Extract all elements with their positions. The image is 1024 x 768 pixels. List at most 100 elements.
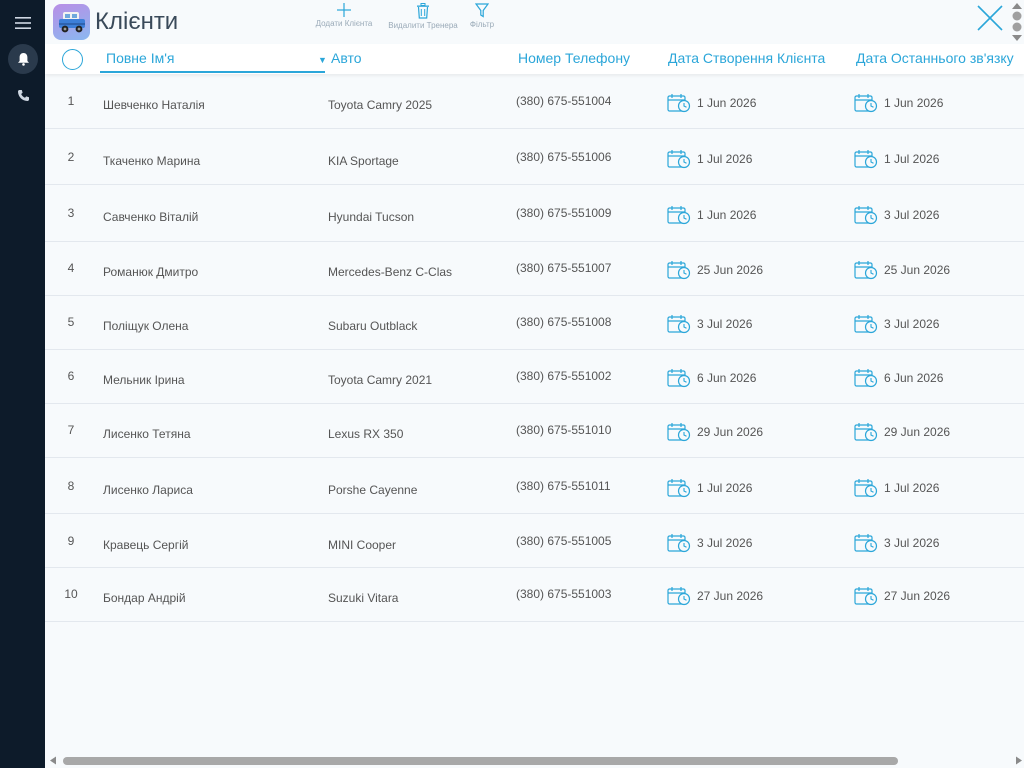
table-row[interactable]: 2 Ткаченко Марина KIA Sportage (380) 675-55… (45, 129, 1024, 185)
created-date-text: 25 Jun 2026 (697, 263, 764, 277)
row-number: 9 (67, 534, 75, 548)
created-date: 29 Jun 2026 (667, 422, 763, 442)
created-date-text: 27 Jun 2026 (697, 589, 764, 603)
calendar-clock-icon (854, 94, 878, 113)
created-date: 3 Jul 2026 (667, 314, 752, 334)
delete-trainer-button[interactable]: Видалити Тренера (383, 3, 463, 30)
scroll-left-icon[interactable] (49, 756, 57, 765)
last-contact-date: 1 Jul 2026 (854, 149, 939, 169)
calendar-clock-icon (854, 369, 878, 388)
client-name: Мельник Ірина (103, 373, 185, 387)
row-number: 10 (64, 587, 78, 601)
last-contact-date: 3 Jul 2026 (854, 533, 939, 553)
client-car: Toyota Camry 2025 (328, 98, 433, 112)
table-row[interactable]: 8 Лисенко Лариса Porshe Cayenne (380) 675-5… (45, 458, 1024, 514)
table-row[interactable]: 6 Мельник Ірина Toyota Camry 2021 (380) 675… (45, 350, 1024, 404)
calendar-clock-icon (667, 534, 691, 553)
filter-button[interactable]: Фільтр (467, 3, 497, 29)
client-phone: (380) 675-551003 (516, 587, 612, 601)
horizontal-scrollbar[interactable] (45, 753, 1024, 768)
last-contact-date-text: 1 Jun 2026 (884, 96, 944, 110)
last-contact-date-text: 6 Jun 2026 (884, 371, 944, 385)
table-row[interactable]: 9 Кравець Сергій MINI Cooper (380) 675-5510… (45, 514, 1024, 568)
client-name: Ткаченко Марина (103, 154, 201, 168)
row-number: 8 (67, 479, 75, 493)
close-icon[interactable] (976, 4, 1004, 32)
sidebar (0, 0, 45, 768)
header: Клієнти Додати Клієнта Видалити Тренера … (45, 0, 1024, 44)
created-date: 1 Jul 2026 (667, 149, 752, 169)
last-contact-date-text: 29 Jun 2026 (884, 425, 951, 439)
created-date: 1 Jun 2026 (667, 205, 756, 225)
calendar-clock-icon (854, 587, 878, 606)
bell-icon[interactable] (8, 44, 38, 74)
table-row[interactable]: 1 Шевченко Наталія Toyota Camry 2025 (380) … (45, 76, 1024, 129)
hamburger-menu-icon[interactable] (8, 8, 38, 38)
row-number: 5 (67, 315, 75, 329)
scroll-right-icon[interactable] (1015, 756, 1023, 765)
vertical-scroll-controls[interactable] (1011, 2, 1023, 42)
select-all-checkbox[interactable] (62, 49, 83, 70)
table-row[interactable]: 4 Романюк Дмитро Mercedes-Benz C-Clas (380)… (45, 242, 1024, 296)
created-date: 25 Jun 2026 (667, 260, 763, 280)
last-contact-date-text: 1 Jul 2026 (884, 481, 940, 495)
add-client-button[interactable]: Додати Клієнта (311, 3, 377, 28)
client-phone: (380) 675-551004 (516, 94, 612, 108)
last-contact-date: 29 Jun 2026 (854, 422, 950, 442)
table-row[interactable]: 10 Бондар Андрій Suzuki Vitara (380) 675-55… (45, 568, 1024, 622)
created-date-text: 1 Jun 2026 (697, 208, 757, 222)
sort-indicator-underline (100, 71, 325, 73)
calendar-clock-icon (854, 261, 878, 280)
client-name: Кравець Сергій (103, 538, 189, 552)
client-car: Suzuki Vitara (328, 591, 399, 605)
main-content: Клієнти Додати Клієнта Видалити Тренера … (45, 0, 1024, 768)
last-contact-date: 6 Jun 2026 (854, 368, 943, 388)
car-app-icon (53, 4, 90, 40)
row-number: 6 (67, 369, 75, 383)
column-header-last-contact[interactable]: Дата Останнього зв'язку (856, 50, 1014, 66)
client-phone: (380) 675-551002 (516, 369, 612, 383)
trash-icon (417, 3, 429, 19)
client-name: Лисенко Тетяна (103, 427, 191, 441)
last-contact-date-text: 3 Jul 2026 (884, 317, 940, 331)
calendar-clock-icon (854, 534, 878, 553)
calendar-clock-icon (854, 315, 878, 334)
table-body: 1 Шевченко Наталія Toyota Camry 2025 (380) … (45, 76, 1024, 622)
client-name: Шевченко Наталія (103, 98, 205, 112)
phone-icon[interactable] (8, 80, 38, 110)
created-date: 6 Jun 2026 (667, 368, 756, 388)
scrollbar-thumb[interactable] (63, 757, 898, 765)
client-phone: (380) 675-551010 (516, 423, 612, 437)
calendar-clock-icon (667, 315, 691, 334)
row-number: 2 (67, 150, 75, 164)
calendar-clock-icon (854, 479, 878, 498)
column-header-car[interactable]: Авто (331, 50, 362, 66)
last-contact-date: 1 Jul 2026 (854, 478, 939, 498)
table-row[interactable]: 5 Поліщук Олена Subaru Outblack (380) 675-5… (45, 296, 1024, 350)
row-number: 3 (67, 206, 75, 220)
last-contact-date: 25 Jun 2026 (854, 260, 950, 280)
client-phone: (380) 675-551005 (516, 534, 612, 548)
filter-icon (475, 3, 489, 18)
row-number: 1 (67, 94, 75, 108)
client-car: Toyota Camry 2021 (328, 373, 433, 387)
client-phone: (380) 675-551008 (516, 315, 612, 329)
calendar-clock-icon (667, 261, 691, 280)
plus-icon (337, 3, 351, 17)
created-date-text: 1 Jun 2026 (697, 96, 757, 110)
last-contact-date-text: 25 Jun 2026 (884, 263, 951, 277)
created-date: 3 Jul 2026 (667, 533, 752, 553)
last-contact-date-text: 1 Jul 2026 (884, 152, 940, 166)
last-contact-date-text: 3 Jul 2026 (884, 208, 940, 222)
table-row[interactable]: 3 Савченко Віталій Hyundai Tucson (380) 675… (45, 185, 1024, 242)
column-header-name[interactable]: Повне Ім'я (106, 50, 174, 66)
last-contact-date-text: 27 Jun 2026 (884, 589, 951, 603)
sort-down-icon[interactable]: ▼ (318, 55, 327, 65)
client-phone: (380) 675-551009 (516, 206, 612, 220)
column-header-phone[interactable]: Номер Телефону (518, 50, 630, 66)
column-header-created[interactable]: Дата Створення Клієнта (668, 50, 825, 66)
table-row[interactable]: 7 Лисенко Тетяна Lexus RX 350 (380) 675-551… (45, 404, 1024, 458)
client-phone: (380) 675-551006 (516, 150, 612, 164)
calendar-clock-icon (667, 369, 691, 388)
calendar-clock-icon (667, 206, 691, 225)
